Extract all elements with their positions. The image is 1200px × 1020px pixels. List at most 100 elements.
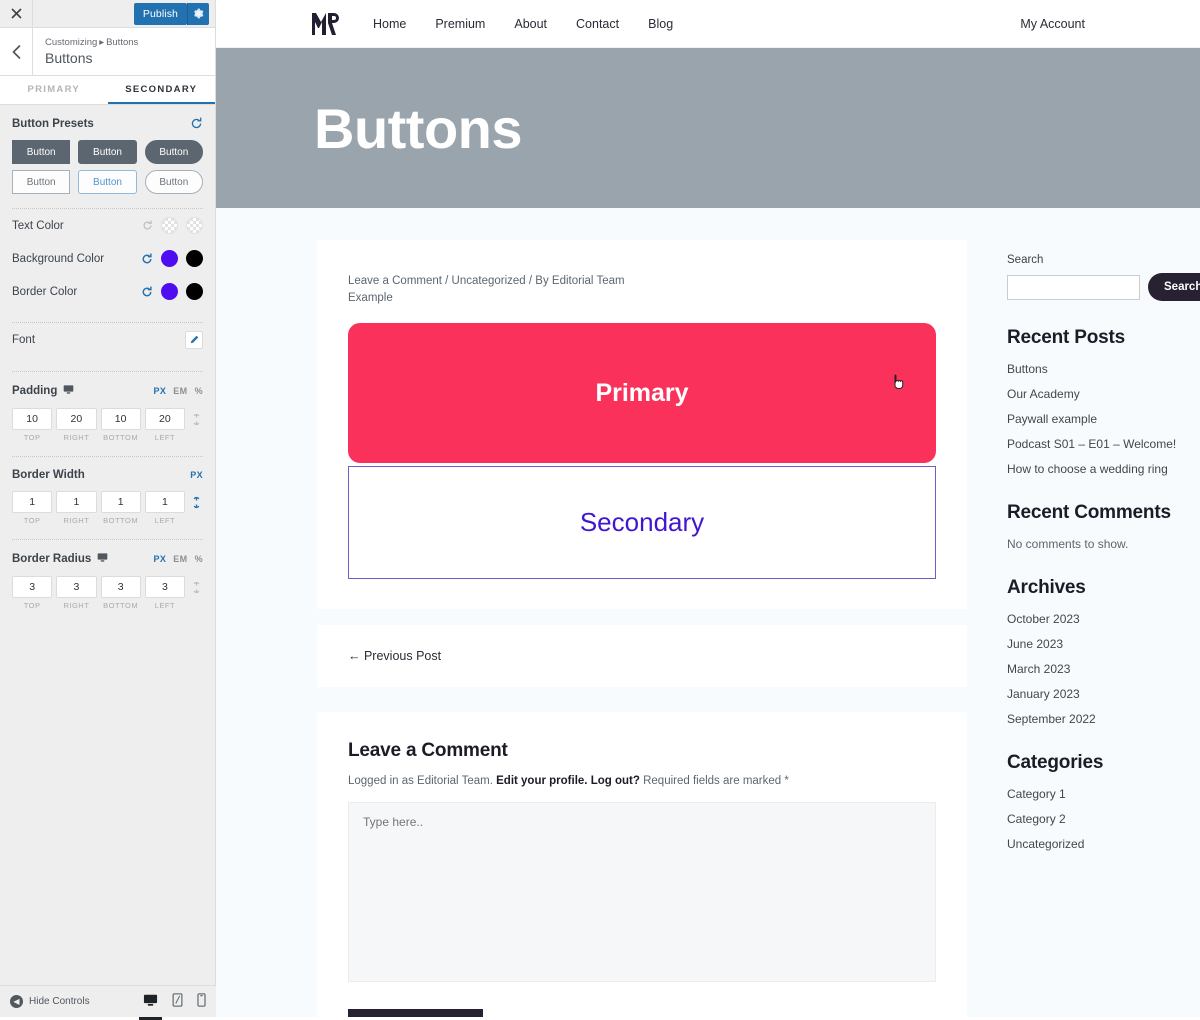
- edit-profile-link[interactable]: Edit your profile.: [496, 775, 587, 787]
- my-account-link[interactable]: My Account: [1020, 17, 1085, 31]
- border-width-unit-px[interactable]: PX: [190, 470, 203, 480]
- border-width-bottom-input[interactable]: [100, 491, 141, 513]
- list-item[interactable]: Podcast S01 – E01 – Welcome!: [1007, 437, 1200, 451]
- customizer-body: Button Presets Button Button Button Butt…: [0, 105, 215, 1017]
- recent-comments-heading: Recent Comments: [1007, 502, 1171, 523]
- text-color-swatch-1[interactable]: [161, 217, 178, 234]
- nav-item-premium[interactable]: Premium: [435, 17, 485, 31]
- mobile-preview-icon[interactable]: [197, 992, 206, 1011]
- list-item[interactable]: October 2023: [1007, 612, 1200, 626]
- border-width-header: Border Width PX: [12, 469, 203, 481]
- previous-post-link[interactable]: ← Previous Post: [348, 649, 441, 663]
- background-color-swatch-2[interactable]: [186, 250, 203, 267]
- pencil-icon[interactable]: [185, 331, 203, 349]
- search-button[interactable]: Search: [1148, 273, 1200, 301]
- reset-presets-icon[interactable]: [190, 117, 203, 130]
- padding-units: PX EM %: [153, 386, 203, 396]
- search-input[interactable]: [1007, 274, 1140, 300]
- border-radius-unit-px[interactable]: PX: [153, 554, 166, 564]
- border-radius-bottom-input[interactable]: [100, 576, 141, 598]
- padding-right-input[interactable]: [56, 408, 97, 430]
- border-radius-unit-pct[interactable]: %: [195, 554, 203, 564]
- tablet-preview-icon[interactable]: [172, 992, 183, 1011]
- preset-option-3[interactable]: Button: [144, 140, 203, 164]
- secondary-button[interactable]: Secondary: [348, 466, 936, 579]
- close-icon[interactable]: [0, 0, 33, 27]
- font-row: Font: [0, 323, 215, 357]
- border-radius-left-input[interactable]: [144, 576, 185, 598]
- no-comments-text: No comments to show.: [1007, 537, 1129, 551]
- breadcrumb: Customizing ▸ Buttons: [45, 36, 138, 49]
- comment-textarea[interactable]: [348, 802, 936, 982]
- list-item[interactable]: January 2023: [1007, 687, 1200, 701]
- border-color-swatch-2[interactable]: [186, 283, 203, 300]
- padding-bottom-input[interactable]: [100, 408, 141, 430]
- desktop-preview-icon[interactable]: [139, 993, 162, 1020]
- nav-item-home[interactable]: Home: [373, 17, 406, 31]
- preset-option-5-selected[interactable]: Button: [78, 170, 137, 194]
- list-item[interactable]: Uncategorized: [1007, 837, 1200, 851]
- list-item[interactable]: June 2023: [1007, 637, 1200, 651]
- hide-controls-button[interactable]: ◀ Hide Controls: [10, 995, 90, 1008]
- padding-left-input[interactable]: [144, 408, 185, 430]
- list-item[interactable]: March 2023: [1007, 662, 1200, 676]
- publish-button[interactable]: Publish: [133, 2, 187, 25]
- back-icon[interactable]: [0, 28, 33, 75]
- border-width-left-input[interactable]: [144, 491, 185, 513]
- desktop-icon[interactable]: [63, 384, 74, 398]
- reset-background-color-icon[interactable]: [141, 252, 153, 265]
- nav-item-about[interactable]: About: [514, 17, 547, 31]
- border-radius-units: PX EM %: [153, 554, 203, 564]
- list-item[interactable]: Category 2: [1007, 812, 1200, 826]
- reset-text-color-icon[interactable]: [142, 220, 153, 231]
- list-item[interactable]: How to choose a wedding ring: [1007, 462, 1200, 476]
- padding-unit-pct[interactable]: %: [195, 386, 203, 396]
- logo-icon[interactable]: [311, 12, 339, 36]
- nav-item-blog[interactable]: Blog: [648, 17, 673, 31]
- recent-posts-list: Buttons Our Academy Paywall example Podc…: [1007, 362, 1200, 476]
- customizer-tabs: PRIMARY SECONDARY: [0, 76, 215, 105]
- post-comment-button[interactable]: Post Comment »: [348, 1009, 483, 1017]
- list-item[interactable]: September 2022: [1007, 712, 1200, 726]
- customizer-header: Customizing ▸ Buttons Buttons: [0, 28, 215, 76]
- reset-border-color-icon[interactable]: [141, 285, 153, 298]
- border-width-top-input[interactable]: [12, 491, 53, 513]
- border-radius-right-input[interactable]: [56, 576, 97, 598]
- gear-icon[interactable]: [187, 2, 209, 25]
- border-color-swatch-1[interactable]: [161, 283, 178, 300]
- border-width-bottom: BOTTOM: [100, 491, 141, 525]
- padding-top-input[interactable]: [12, 408, 53, 430]
- button-presets-header: Button Presets: [12, 117, 203, 130]
- border-radius-link-icon[interactable]: [189, 576, 203, 598]
- preset-option-6[interactable]: Button: [144, 170, 203, 194]
- preset-option-2[interactable]: Button: [78, 140, 137, 164]
- desktop-icon[interactable]: [97, 552, 108, 566]
- text-color-swatch-2[interactable]: [186, 217, 203, 234]
- logout-link[interactable]: Log out?: [591, 775, 640, 787]
- border-width-link-icon[interactable]: [189, 491, 203, 513]
- border-radius-top-input[interactable]: [12, 576, 53, 598]
- background-color-swatch-1[interactable]: [161, 250, 178, 267]
- primary-button[interactable]: Primary: [348, 323, 936, 463]
- button-presets-section: Button Presets Button Button Button Butt…: [0, 105, 215, 194]
- tab-primary[interactable]: PRIMARY: [0, 76, 108, 104]
- nav-item-contact[interactable]: Contact: [576, 17, 619, 31]
- preset-option-4[interactable]: Button: [12, 170, 71, 194]
- list-item[interactable]: Buttons: [1007, 362, 1200, 376]
- list-item[interactable]: Paywall example: [1007, 412, 1200, 426]
- border-radius-unit-em[interactable]: EM: [173, 554, 187, 564]
- border-radius-left-caption: LEFT: [154, 601, 176, 610]
- border-width-bottom-caption: BOTTOM: [103, 516, 139, 525]
- padding-unit-px[interactable]: PX: [153, 386, 166, 396]
- border-width-right-input[interactable]: [56, 491, 97, 513]
- padding-left: LEFT: [144, 408, 185, 442]
- tab-secondary[interactable]: SECONDARY: [107, 76, 215, 104]
- list-item[interactable]: Category 1: [1007, 787, 1200, 801]
- padding-unit-em[interactable]: EM: [173, 386, 187, 396]
- preset-option-1[interactable]: Button: [12, 140, 71, 164]
- search-widget: Search: [1007, 273, 1200, 301]
- customizer-app: Publish Customizing ▸ Buttons Buttons PRIM…: [0, 0, 1200, 1020]
- padding-link-icon[interactable]: [189, 408, 203, 430]
- main-column: Leave a Comment / Uncategorized / By Edi…: [317, 240, 967, 1017]
- list-item[interactable]: Our Academy: [1007, 387, 1200, 401]
